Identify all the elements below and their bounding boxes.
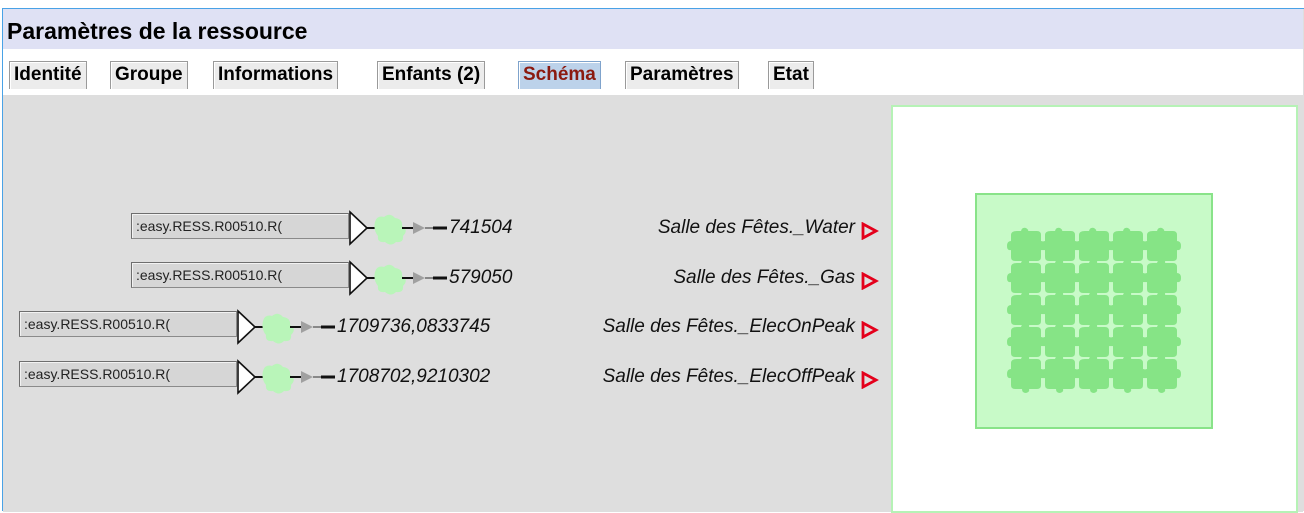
connector-icon — [237, 309, 335, 345]
measure-value: 579050 — [449, 267, 513, 288]
tab-enfants[interactable]: Enfants (2) — [377, 61, 486, 89]
resource-field[interactable]: :easy.RESS.R00510.R( — [131, 213, 349, 239]
overview-viewport[interactable] — [975, 193, 1213, 429]
panel-title: Paramètres de la ressource — [3, 9, 1303, 49]
measure-label: Salle des Fêtes._ElecOffPeak — [602, 366, 855, 387]
measure-value: 741504 — [449, 217, 513, 238]
resource-field[interactable]: :easy.RESS.R00510.R( — [131, 262, 349, 288]
connector-icon — [237, 359, 335, 395]
measure-label: Salle des Fêtes._Water — [657, 217, 855, 238]
measure-value: 1708702,9210302 — [337, 366, 491, 387]
resource-field[interactable]: :easy.RESS.R00510.R( — [19, 361, 237, 387]
connector-icon — [349, 260, 447, 296]
tab-groupe[interactable]: Groupe — [110, 61, 188, 89]
red-arrow-icon[interactable] — [861, 222, 879, 240]
red-arrow-icon[interactable] — [861, 371, 879, 389]
tab-bar: Identité Groupe Informations Enfants (2)… — [3, 49, 1303, 95]
measure-label: Salle des Fêtes._ElecOnPeak — [602, 316, 855, 337]
red-arrow-icon[interactable] — [861, 321, 879, 339]
measure-value: 1709736,0833745 — [337, 316, 491, 337]
schema-overview[interactable] — [891, 105, 1298, 513]
resource-field[interactable]: :easy.RESS.R00510.R( — [19, 311, 237, 337]
tab-parametres[interactable]: Paramètres — [625, 61, 739, 89]
tab-informations[interactable]: Informations — [213, 61, 339, 89]
tab-schema[interactable]: Schéma — [518, 61, 601, 89]
connector-icon — [349, 210, 447, 246]
red-arrow-icon[interactable] — [861, 272, 879, 290]
schema-canvas: :easy.RESS.R00510.R( 741504 Salle des Fê… — [3, 95, 1303, 513]
tab-etat[interactable]: Etat — [768, 61, 814, 89]
tab-identite[interactable]: Identité — [9, 61, 87, 89]
measure-label: Salle des Fêtes._Gas — [673, 267, 855, 288]
resource-settings-panel: Paramètres de la ressource Identité Grou… — [2, 8, 1304, 513]
puzzle-grid-icon — [1007, 227, 1181, 393]
